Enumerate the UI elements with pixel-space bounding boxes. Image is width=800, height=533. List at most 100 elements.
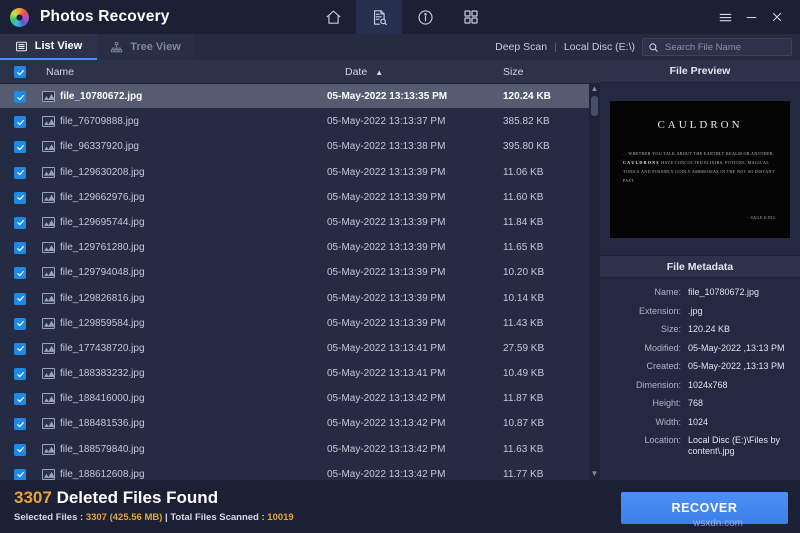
row-checkbox[interactable] — [14, 141, 26, 154]
metadata-key: Extension: — [638, 305, 681, 316]
row-file-name: file_129794048.jpg — [60, 267, 145, 279]
tab-tree-view-label: Tree View — [130, 41, 181, 53]
window-controls — [712, 0, 800, 34]
row-checkbox[interactable] — [14, 317, 26, 330]
table-row[interactable]: file_96337920.jpg 05-May-2022 13:13:38 PM… — [0, 134, 589, 160]
row-file-size: 11.06 KB — [503, 166, 544, 178]
row-checkbox[interactable] — [14, 216, 26, 229]
close-icon[interactable] — [764, 0, 790, 34]
app-window: Photos Recovery List View Tree View Deep… — [0, 0, 800, 533]
metadata-value: 768 — [688, 398, 704, 408]
row-checkbox[interactable] — [14, 393, 26, 406]
table-row[interactable]: file_129826816.jpg 05-May-2022 13:13:39 P… — [0, 286, 589, 311]
image-file-icon — [42, 342, 55, 354]
table-row[interactable]: file_177438720.jpg 05-May-2022 13:13:41 P… — [0, 336, 589, 362]
photos-logo-icon — [10, 7, 29, 27]
list-view-icon — [15, 40, 28, 53]
row-checkbox[interactable] — [14, 418, 26, 431]
image-file-icon — [42, 216, 55, 228]
table-row[interactable]: file_129859584.jpg 05-May-2022 13:13:39 P… — [0, 311, 589, 336]
row-file-date: 05-May-2022 13:13:41 PM — [327, 342, 446, 354]
row-file-date: 05-May-2022 13:13:39 PM — [327, 216, 446, 228]
table-row[interactable]: file_129662976.jpg 05-May-2022 13:13:39 P… — [0, 185, 589, 210]
minimize-icon[interactable] — [738, 0, 764, 34]
row-file-size: 385.82 KB — [503, 116, 550, 128]
grid-icon[interactable] — [448, 0, 494, 34]
deleted-files-found: 3307 Deleted Files Found — [14, 488, 218, 508]
table-row[interactable]: file_188416000.jpg 05-May-2022 13:13:42 P… — [0, 386, 589, 412]
menu-icon[interactable] — [712, 0, 738, 34]
row-file-size: 11.60 KB — [503, 191, 544, 203]
preview-image-signature: - SAGE KING — [747, 214, 776, 220]
row-file-size: 395.80 KB — [503, 141, 550, 153]
right-panel: File Preview CAULDRON ... WHETHER YOU TA… — [600, 60, 800, 480]
row-file-date: 05-May-2022 13:13:41 PM — [327, 368, 446, 380]
table-row[interactable]: file_129695744.jpg 05-May-2022 13:13:39 P… — [0, 210, 589, 236]
metadata-row: Width: 1024 — [600, 417, 800, 428]
row-checkbox[interactable] — [14, 267, 26, 280]
row-file-name: file_129662976.jpg — [60, 191, 145, 203]
preview-image-heading: CAULDRON — [657, 118, 743, 131]
metadata-row: Dimension: 1024x768 — [600, 380, 800, 391]
row-checkbox[interactable] — [14, 292, 26, 305]
scrollbar-thumb[interactable] — [591, 96, 598, 116]
metadata-row: Extension: .jpg — [600, 306, 800, 317]
total-scanned-prefix: Total Files Scanned : — [170, 512, 268, 523]
row-checkbox[interactable] — [14, 368, 26, 381]
table-row[interactable]: file_188383232.jpg 05-May-2022 13:13:41 P… — [0, 361, 589, 387]
table-row[interactable]: file_10780672.jpg 05-May-2022 13:13:35 PM… — [0, 84, 589, 110]
file-list-scrollbar[interactable]: ▲ ▼ — [589, 84, 600, 480]
search-input[interactable] — [665, 41, 797, 53]
row-checkbox[interactable] — [14, 443, 26, 456]
tab-tree-view[interactable]: Tree View — [97, 34, 194, 60]
table-row[interactable]: file_76709888.jpg 05-May-2022 13:13:37 PM… — [0, 109, 589, 135]
column-header-size[interactable]: Size — [503, 66, 523, 78]
tab-list-view[interactable]: List View — [0, 34, 97, 60]
selected-files-prefix: Selected Files : — [14, 512, 86, 523]
scroll-down-icon[interactable]: ▼ — [591, 469, 599, 480]
metadata-value: 05-May-2022 ,13:13 PM — [688, 342, 785, 353]
column-header-date[interactable]: Date ▲ — [345, 66, 383, 78]
row-file-name: file_188612608.jpg — [60, 468, 145, 480]
table-row[interactable]: file_188579840.jpg 05-May-2022 13:13:42 P… — [0, 437, 589, 462]
title-bar-nav — [310, 0, 494, 34]
search-box[interactable]: ✕ — [642, 38, 797, 56]
table-row[interactable]: file_129630208.jpg 05-May-2022 13:13:39 P… — [0, 160, 589, 185]
row-file-date: 05-May-2022 13:13:39 PM — [327, 191, 446, 203]
row-file-size: 10.87 KB — [503, 418, 545, 430]
row-file-date: 05-May-2022 13:13:39 PM — [327, 317, 446, 329]
row-file-size: 10.14 KB — [503, 292, 545, 304]
table-row[interactable]: file_188612608.jpg 05-May-2022 13:13:42 P… — [0, 462, 589, 480]
row-file-size: 10.49 KB — [503, 368, 545, 380]
row-checkbox[interactable] — [14, 91, 26, 103]
table-row[interactable]: file_129761280.jpg 05-May-2022 13:13:39 P… — [0, 235, 589, 261]
row-checkbox[interactable] — [14, 242, 26, 255]
preview-image: CAULDRON ... WHETHER YOU TALK ABOUT THE … — [610, 100, 790, 238]
row-checkbox[interactable] — [14, 342, 26, 355]
row-checkbox[interactable] — [14, 468, 26, 480]
sort-ascending-icon: ▲ — [375, 67, 384, 77]
row-file-name: file_10780672.jpg — [60, 91, 143, 102]
row-file-date: 05-May-2022 13:13:42 PM — [327, 393, 446, 405]
image-file-icon — [42, 242, 55, 254]
file-preview-title: File Preview — [600, 60, 800, 83]
row-checkbox[interactable] — [14, 166, 26, 179]
row-file-date: 05-May-2022 13:13:38 PM — [327, 141, 446, 153]
table-row[interactable]: file_188481536.jpg 05-May-2022 13:13:42 P… — [0, 411, 589, 437]
table-row[interactable]: file_129794048.jpg 05-May-2022 13:13:39 P… — [0, 260, 589, 286]
home-icon[interactable] — [310, 0, 356, 34]
row-checkbox[interactable] — [14, 116, 26, 129]
info-icon[interactable] — [402, 0, 448, 34]
row-file-date: 05-May-2022 13:13:42 PM — [327, 468, 446, 480]
scroll-up-icon[interactable]: ▲ — [591, 84, 599, 95]
column-header-name[interactable]: Name — [46, 66, 74, 78]
row-file-name: file_129761280.jpg — [60, 242, 145, 254]
row-checkbox[interactable] — [14, 191, 26, 204]
scan-document-icon[interactable] — [356, 0, 402, 34]
row-file-name: file_76709888.jpg — [60, 116, 139, 128]
row-file-name: file_177438720.jpg — [60, 342, 145, 354]
toolbar-right: Deep Scan | Local Disc (E:\) ✕ — [495, 34, 800, 60]
metadata-row: Modified: 05-May-2022 ,13:13 PM — [600, 343, 800, 354]
metadata-key: Dimension: — [635, 379, 681, 390]
select-all-checkbox[interactable] — [14, 66, 26, 78]
